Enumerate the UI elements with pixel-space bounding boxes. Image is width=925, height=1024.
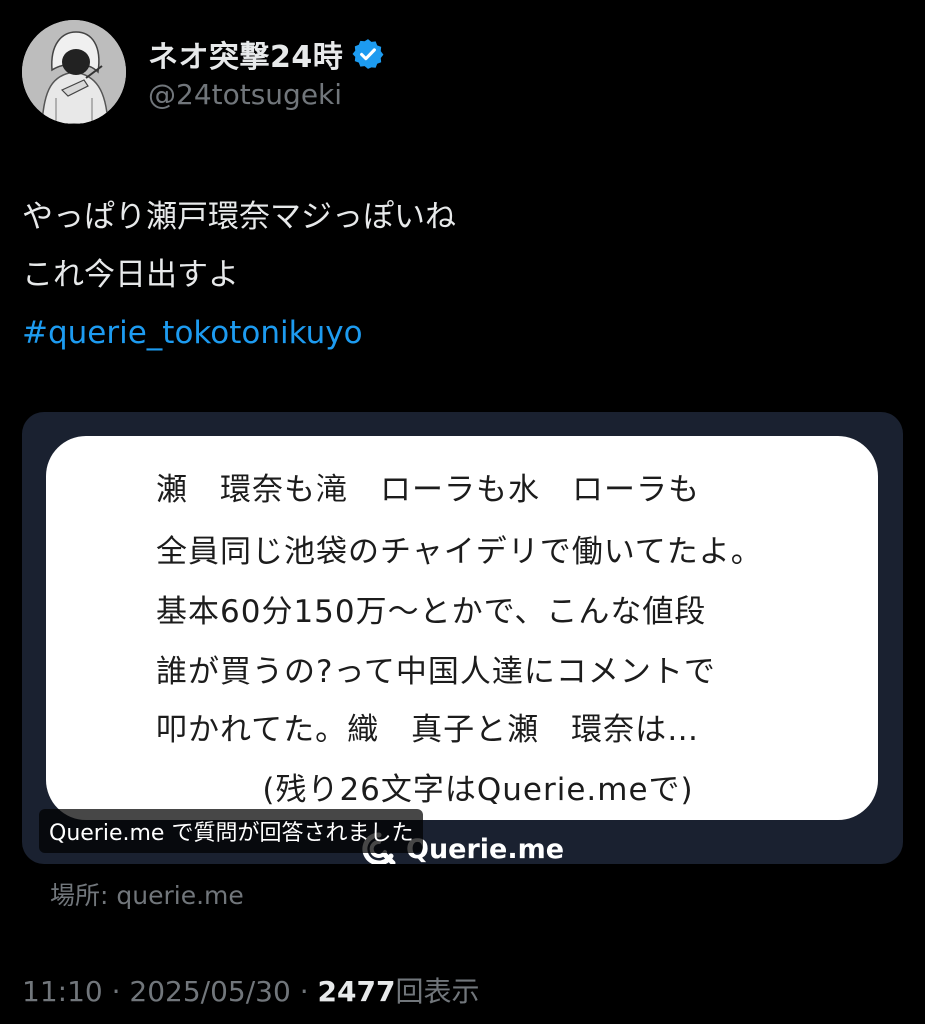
tweet-text-line: やっぱり瀬戸環奈マジっぽいね: [22, 199, 456, 235]
answer-line: 瀬 環奈も滝 ローラも水 ローラも: [156, 472, 700, 508]
answer-line: 基本60分150万〜とかで、こんな値段: [156, 594, 707, 630]
author-handle[interactable]: @24totsugeki: [148, 78, 342, 111]
hashtag-link[interactable]: #querie_tokotonikuyo: [22, 304, 456, 362]
link-card[interactable]: 瀬 環奈も滝 ローラも水 ローラも 全員同じ池袋のチャイデリで働いてたよ。 基本…: [22, 412, 903, 864]
tweet-metadata: 11:10 · 2025/05/30 · 2477回表示: [22, 970, 479, 1010]
card-source-location[interactable]: 場所: querie.me: [50, 876, 244, 912]
view-count-label: 回表示: [395, 975, 480, 1008]
answer-line: 全員同じ池袋のチャイデリで働いてたよ。: [156, 534, 763, 570]
view-count[interactable]: 2477: [318, 975, 396, 1008]
tweet-text: やっぱり瀬戸環奈マジっぽいね これ今日出すよ #querie_tokotonik…: [22, 188, 456, 362]
answer-line: 叩かれてた。織 真子と瀬 環奈は…: [156, 712, 700, 748]
card-caption: Querie.me で質問が回答されました: [39, 809, 424, 853]
tweet-text-line: これ今日出すよ: [22, 257, 239, 293]
tweet-date[interactable]: 2025/05/30: [129, 975, 290, 1008]
answer-line-remaining: (残り26文字はQuerie.meで): [262, 772, 694, 808]
author-name-row[interactable]: ネオ突撃24時: [148, 32, 385, 76]
hooded-figure-avatar-image: [22, 20, 126, 124]
separator: ·: [111, 975, 121, 1008]
avatar[interactable]: [22, 20, 126, 124]
answer-line: 誰が買うの?って中国人達にコメントで: [156, 654, 716, 690]
tweet-time[interactable]: 11:10: [22, 975, 103, 1008]
author-display-name[interactable]: ネオ突撃24時: [148, 32, 343, 76]
separator: ·: [299, 975, 309, 1008]
answer-preview-box: 瀬 環奈も滝 ローラも水 ローラも 全員同じ池袋のチャイデリで働いてたよ。 基本…: [46, 436, 878, 820]
verified-badge-icon: [352, 39, 384, 69]
querie-brand-text: Querie.me: [406, 833, 565, 865]
